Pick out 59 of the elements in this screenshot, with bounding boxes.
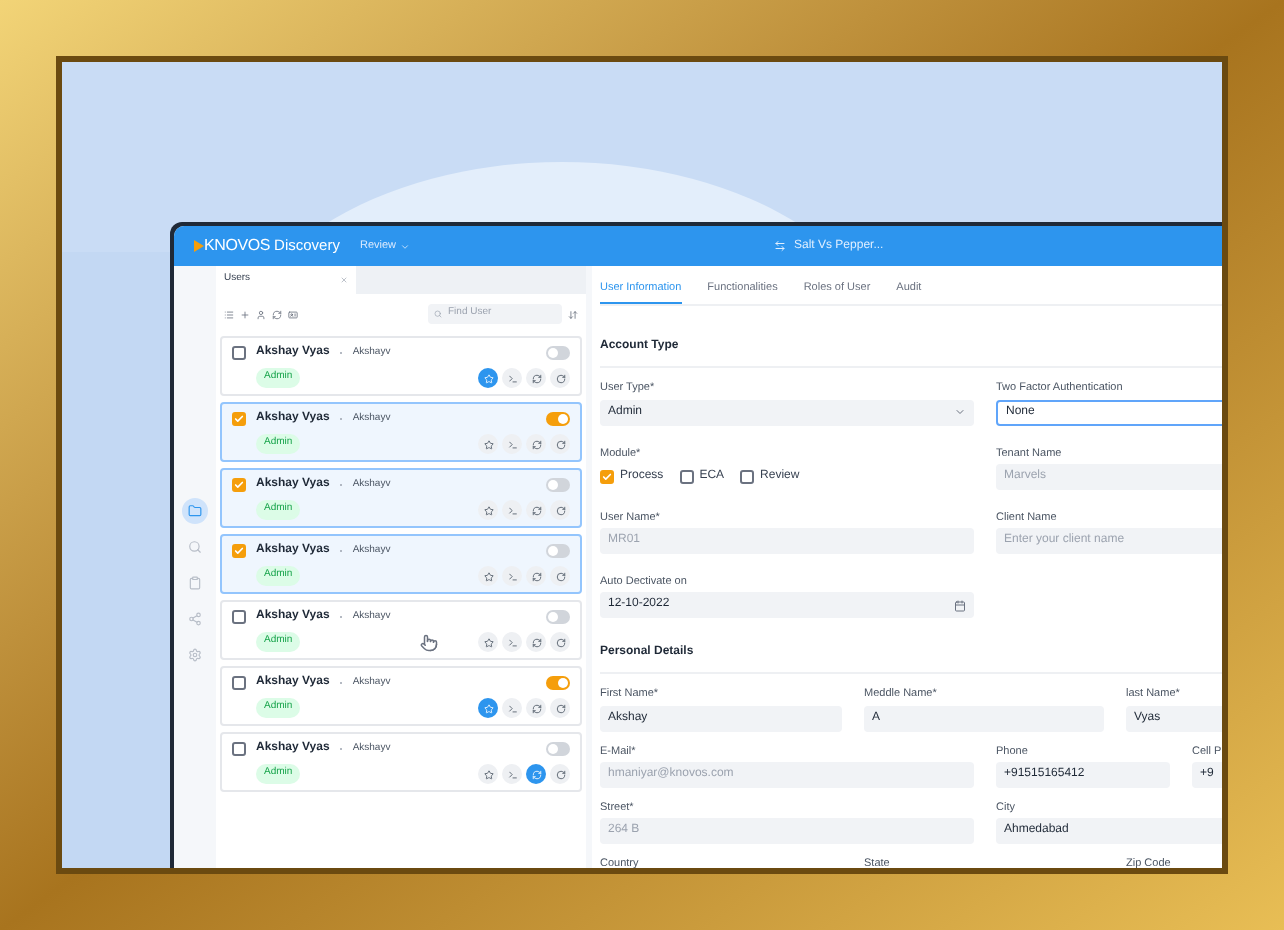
- swap-icon: [774, 240, 786, 252]
- star-icon[interactable]: [478, 500, 498, 520]
- chevron-down-icon: [954, 406, 966, 418]
- sort-icon[interactable]: [568, 309, 578, 319]
- checkbox[interactable]: [232, 544, 246, 558]
- calendar-icon: [954, 599, 966, 612]
- checkbox[interactable]: [232, 610, 246, 624]
- refresh-icon[interactable]: [550, 368, 570, 388]
- checkbox[interactable]: [232, 412, 246, 426]
- terminal-icon[interactable]: [502, 632, 522, 652]
- id-card-icon[interactable]: [288, 309, 298, 319]
- toggle-switch[interactable]: [546, 742, 570, 756]
- refresh-icon[interactable]: [550, 500, 570, 520]
- checkbox[interactable]: [600, 469, 614, 484]
- star-icon[interactable]: [478, 434, 498, 454]
- refresh-icon[interactable]: [550, 434, 570, 454]
- terminal-icon[interactable]: [502, 698, 522, 718]
- star-icon[interactable]: [478, 764, 498, 784]
- sync-icon[interactable]: [526, 566, 546, 586]
- checkbox[interactable]: [679, 469, 694, 484]
- terminal-icon[interactable]: [502, 566, 522, 586]
- terminal-icon[interactable]: [502, 368, 522, 388]
- checkbox[interactable]: [232, 742, 246, 756]
- refresh-icon[interactable]: [550, 632, 570, 652]
- sync-icon[interactable]: [526, 368, 546, 388]
- toggle-switch[interactable]: [546, 478, 570, 492]
- plus-icon[interactable]: [240, 309, 250, 319]
- logo: KNOVOS: [204, 234, 271, 258]
- terminal-icon[interactable]: [502, 500, 522, 520]
- toggle-switch[interactable]: [546, 544, 570, 558]
- user-icon[interactable]: [256, 309, 266, 319]
- logo-icon: [194, 240, 204, 252]
- chevron-down-icon: [400, 241, 411, 251]
- star-icon[interactable]: [478, 632, 498, 652]
- toggle-switch[interactable]: [546, 676, 570, 690]
- refresh-icon[interactable]: [550, 764, 570, 784]
- sync-icon[interactable]: [526, 434, 546, 454]
- checkbox[interactable]: [740, 469, 755, 484]
- sync-icon[interactable]: [526, 632, 546, 652]
- sync-icon[interactable]: [526, 698, 546, 718]
- toggle-switch[interactable]: [546, 610, 570, 624]
- refresh-icon[interactable]: [550, 698, 570, 718]
- star-icon[interactable]: [478, 566, 498, 586]
- refresh-icon[interactable]: [272, 309, 282, 319]
- toggle-switch[interactable]: [546, 412, 570, 426]
- folder-icon[interactable]: [182, 498, 208, 524]
- checkbox[interactable]: [232, 676, 246, 690]
- list-icon[interactable]: [224, 309, 234, 319]
- checkbox[interactable]: [232, 346, 246, 360]
- refresh-icon[interactable]: [550, 566, 570, 586]
- star-icon[interactable]: [478, 368, 498, 388]
- toggle-switch[interactable]: [546, 346, 570, 360]
- terminal-icon[interactable]: [502, 764, 522, 784]
- terminal-icon[interactable]: [502, 434, 522, 454]
- sync-icon[interactable]: [526, 500, 546, 520]
- sync-icon[interactable]: [526, 764, 546, 784]
- star-icon[interactable]: [478, 698, 498, 718]
- search-icon: [434, 310, 442, 318]
- checkbox[interactable]: [232, 478, 246, 492]
